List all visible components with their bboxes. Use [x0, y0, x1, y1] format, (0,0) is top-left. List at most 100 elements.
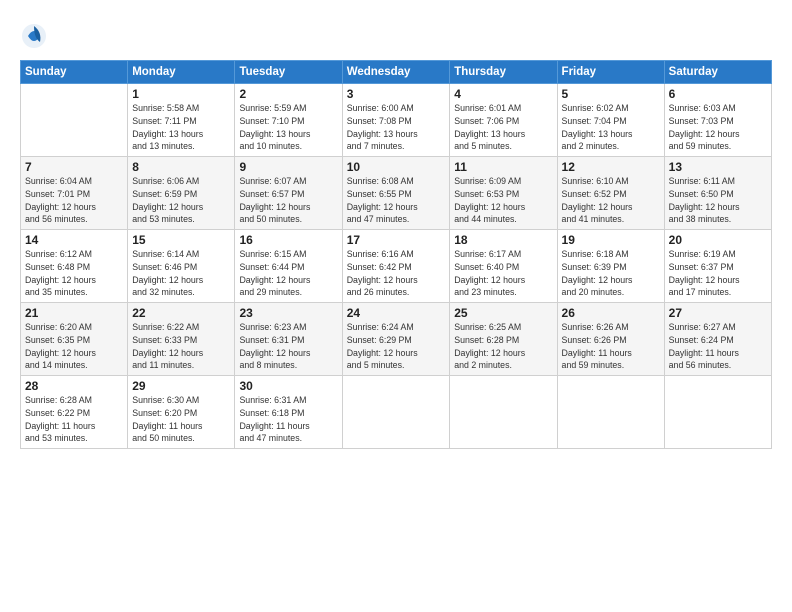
day-info: Sunrise: 6:31 AMSunset: 6:18 PMDaylight:…	[239, 394, 337, 445]
day-number: 10	[347, 160, 446, 174]
day-info: Sunrise: 6:24 AMSunset: 6:29 PMDaylight:…	[347, 321, 446, 372]
calendar-cell: 25Sunrise: 6:25 AMSunset: 6:28 PMDayligh…	[450, 303, 557, 376]
day-number: 18	[454, 233, 552, 247]
day-number: 9	[239, 160, 337, 174]
day-info: Sunrise: 5:58 AMSunset: 7:11 PMDaylight:…	[132, 102, 230, 153]
calendar-cell: 28Sunrise: 6:28 AMSunset: 6:22 PMDayligh…	[21, 376, 128, 449]
calendar-cell: 23Sunrise: 6:23 AMSunset: 6:31 PMDayligh…	[235, 303, 342, 376]
day-number: 4	[454, 87, 552, 101]
day-info: Sunrise: 6:19 AMSunset: 6:37 PMDaylight:…	[669, 248, 767, 299]
day-number: 23	[239, 306, 337, 320]
calendar-cell: 20Sunrise: 6:19 AMSunset: 6:37 PMDayligh…	[664, 230, 771, 303]
day-number: 26	[562, 306, 660, 320]
day-number: 19	[562, 233, 660, 247]
day-info: Sunrise: 6:03 AMSunset: 7:03 PMDaylight:…	[669, 102, 767, 153]
calendar-week-row: 7Sunrise: 6:04 AMSunset: 7:01 PMDaylight…	[21, 157, 772, 230]
day-info: Sunrise: 6:20 AMSunset: 6:35 PMDaylight:…	[25, 321, 123, 372]
day-info: Sunrise: 6:08 AMSunset: 6:55 PMDaylight:…	[347, 175, 446, 226]
day-number: 3	[347, 87, 446, 101]
day-number: 30	[239, 379, 337, 393]
day-info: Sunrise: 6:14 AMSunset: 6:46 PMDaylight:…	[132, 248, 230, 299]
calendar-cell: 24Sunrise: 6:24 AMSunset: 6:29 PMDayligh…	[342, 303, 450, 376]
day-number: 15	[132, 233, 230, 247]
calendar-cell: 14Sunrise: 6:12 AMSunset: 6:48 PMDayligh…	[21, 230, 128, 303]
day-number: 8	[132, 160, 230, 174]
day-info: Sunrise: 6:22 AMSunset: 6:33 PMDaylight:…	[132, 321, 230, 372]
weekday-header: Sunday	[21, 61, 128, 84]
calendar-cell: 13Sunrise: 6:11 AMSunset: 6:50 PMDayligh…	[664, 157, 771, 230]
day-info: Sunrise: 6:18 AMSunset: 6:39 PMDaylight:…	[562, 248, 660, 299]
day-number: 27	[669, 306, 767, 320]
weekday-header: Wednesday	[342, 61, 450, 84]
calendar-cell: 15Sunrise: 6:14 AMSunset: 6:46 PMDayligh…	[128, 230, 235, 303]
day-info: Sunrise: 6:12 AMSunset: 6:48 PMDaylight:…	[25, 248, 123, 299]
day-info: Sunrise: 6:10 AMSunset: 6:52 PMDaylight:…	[562, 175, 660, 226]
day-info: Sunrise: 6:01 AMSunset: 7:06 PMDaylight:…	[454, 102, 552, 153]
calendar-cell	[557, 376, 664, 449]
calendar-cell: 22Sunrise: 6:22 AMSunset: 6:33 PMDayligh…	[128, 303, 235, 376]
day-info: Sunrise: 6:11 AMSunset: 6:50 PMDaylight:…	[669, 175, 767, 226]
day-number: 11	[454, 160, 552, 174]
calendar-cell	[21, 84, 128, 157]
calendar-table: SundayMondayTuesdayWednesdayThursdayFrid…	[20, 60, 772, 449]
weekday-header: Monday	[128, 61, 235, 84]
calendar-header-row: SundayMondayTuesdayWednesdayThursdayFrid…	[21, 61, 772, 84]
calendar-cell: 11Sunrise: 6:09 AMSunset: 6:53 PMDayligh…	[450, 157, 557, 230]
calendar-cell	[450, 376, 557, 449]
day-number: 1	[132, 87, 230, 101]
calendar-cell: 9Sunrise: 6:07 AMSunset: 6:57 PMDaylight…	[235, 157, 342, 230]
day-number: 16	[239, 233, 337, 247]
day-number: 6	[669, 87, 767, 101]
day-number: 14	[25, 233, 123, 247]
day-info: Sunrise: 6:23 AMSunset: 6:31 PMDaylight:…	[239, 321, 337, 372]
weekday-header: Thursday	[450, 61, 557, 84]
day-info: Sunrise: 6:02 AMSunset: 7:04 PMDaylight:…	[562, 102, 660, 153]
calendar-week-row: 28Sunrise: 6:28 AMSunset: 6:22 PMDayligh…	[21, 376, 772, 449]
day-number: 24	[347, 306, 446, 320]
calendar-week-row: 1Sunrise: 5:58 AMSunset: 7:11 PMDaylight…	[21, 84, 772, 157]
day-info: Sunrise: 6:15 AMSunset: 6:44 PMDaylight:…	[239, 248, 337, 299]
calendar-cell: 4Sunrise: 6:01 AMSunset: 7:06 PMDaylight…	[450, 84, 557, 157]
day-info: Sunrise: 6:04 AMSunset: 7:01 PMDaylight:…	[25, 175, 123, 226]
logo-icon	[20, 22, 48, 50]
calendar-cell	[342, 376, 450, 449]
calendar-cell: 1Sunrise: 5:58 AMSunset: 7:11 PMDaylight…	[128, 84, 235, 157]
calendar-cell: 21Sunrise: 6:20 AMSunset: 6:35 PMDayligh…	[21, 303, 128, 376]
day-info: Sunrise: 6:09 AMSunset: 6:53 PMDaylight:…	[454, 175, 552, 226]
weekday-header: Friday	[557, 61, 664, 84]
day-number: 12	[562, 160, 660, 174]
calendar-cell: 16Sunrise: 6:15 AMSunset: 6:44 PMDayligh…	[235, 230, 342, 303]
day-number: 22	[132, 306, 230, 320]
day-info: Sunrise: 6:27 AMSunset: 6:24 PMDaylight:…	[669, 321, 767, 372]
day-number: 25	[454, 306, 552, 320]
calendar-cell: 27Sunrise: 6:27 AMSunset: 6:24 PMDayligh…	[664, 303, 771, 376]
calendar-cell: 2Sunrise: 5:59 AMSunset: 7:10 PMDaylight…	[235, 84, 342, 157]
day-number: 2	[239, 87, 337, 101]
day-info: Sunrise: 6:00 AMSunset: 7:08 PMDaylight:…	[347, 102, 446, 153]
day-info: Sunrise: 6:06 AMSunset: 6:59 PMDaylight:…	[132, 175, 230, 226]
calendar-week-row: 14Sunrise: 6:12 AMSunset: 6:48 PMDayligh…	[21, 230, 772, 303]
calendar-cell: 19Sunrise: 6:18 AMSunset: 6:39 PMDayligh…	[557, 230, 664, 303]
calendar-cell: 5Sunrise: 6:02 AMSunset: 7:04 PMDaylight…	[557, 84, 664, 157]
calendar-cell: 10Sunrise: 6:08 AMSunset: 6:55 PMDayligh…	[342, 157, 450, 230]
calendar-week-row: 21Sunrise: 6:20 AMSunset: 6:35 PMDayligh…	[21, 303, 772, 376]
calendar-cell: 6Sunrise: 6:03 AMSunset: 7:03 PMDaylight…	[664, 84, 771, 157]
day-info: Sunrise: 6:30 AMSunset: 6:20 PMDaylight:…	[132, 394, 230, 445]
day-info: Sunrise: 6:17 AMSunset: 6:40 PMDaylight:…	[454, 248, 552, 299]
calendar-cell	[664, 376, 771, 449]
day-info: Sunrise: 6:28 AMSunset: 6:22 PMDaylight:…	[25, 394, 123, 445]
day-number: 20	[669, 233, 767, 247]
day-number: 17	[347, 233, 446, 247]
calendar-cell: 7Sunrise: 6:04 AMSunset: 7:01 PMDaylight…	[21, 157, 128, 230]
day-info: Sunrise: 6:26 AMSunset: 6:26 PMDaylight:…	[562, 321, 660, 372]
calendar-cell: 12Sunrise: 6:10 AMSunset: 6:52 PMDayligh…	[557, 157, 664, 230]
day-number: 28	[25, 379, 123, 393]
logo	[20, 22, 52, 50]
calendar-cell: 3Sunrise: 6:00 AMSunset: 7:08 PMDaylight…	[342, 84, 450, 157]
day-info: Sunrise: 5:59 AMSunset: 7:10 PMDaylight:…	[239, 102, 337, 153]
calendar-cell: 30Sunrise: 6:31 AMSunset: 6:18 PMDayligh…	[235, 376, 342, 449]
calendar-cell: 26Sunrise: 6:26 AMSunset: 6:26 PMDayligh…	[557, 303, 664, 376]
weekday-header: Saturday	[664, 61, 771, 84]
day-info: Sunrise: 6:07 AMSunset: 6:57 PMDaylight:…	[239, 175, 337, 226]
weekday-header: Tuesday	[235, 61, 342, 84]
